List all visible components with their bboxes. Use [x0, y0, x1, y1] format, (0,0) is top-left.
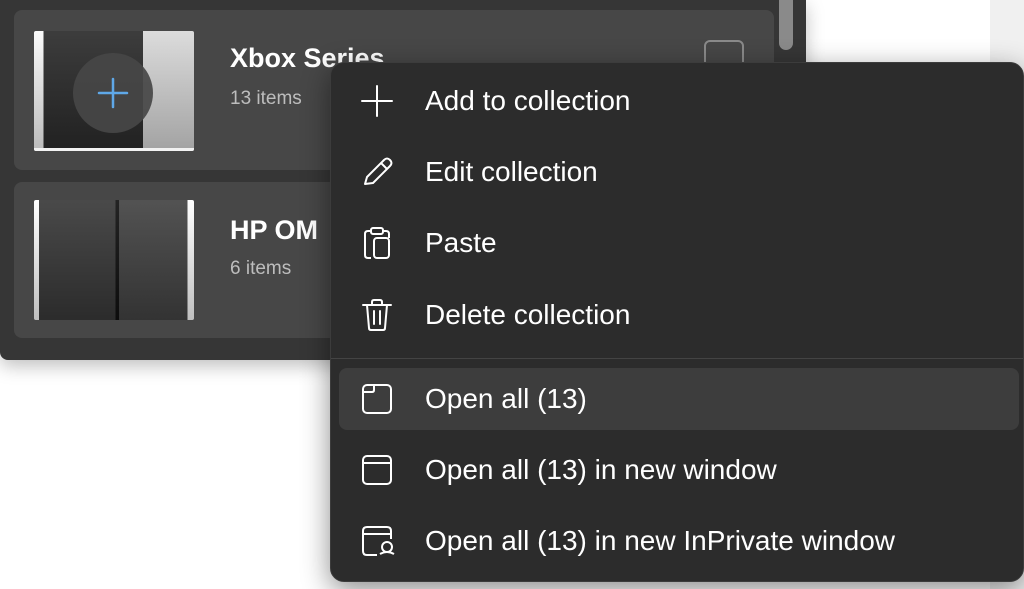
collection-item-count: 6 items — [230, 258, 292, 279]
inprivate-window-icon — [362, 526, 395, 556]
menu-item-open-all-new-window[interactable]: Open all (13) in new window — [339, 439, 1019, 501]
menu-item-open-all-inprivate[interactable]: Open all (13) in new InPrivate window — [339, 510, 1019, 572]
menu-item-label: Add to collection — [425, 85, 631, 116]
menu-item-label: Open all (13) in new window — [425, 454, 777, 485]
menu-item-label: Delete collection — [425, 299, 631, 330]
collection-item-count: 13 items — [230, 88, 302, 109]
menu-divider — [331, 358, 1023, 359]
plus-icon — [361, 85, 393, 117]
add-to-collection-button[interactable] — [73, 53, 153, 133]
collection-thumbnail — [34, 200, 194, 320]
menu-item-edit-collection[interactable]: Edit collection — [339, 141, 1019, 203]
plus-icon — [97, 77, 129, 109]
clipboard-icon — [364, 227, 390, 259]
panel-scrollbar[interactable] — [779, 0, 793, 50]
menu-item-label: Edit collection — [425, 156, 598, 187]
pencil-icon — [364, 157, 393, 185]
collection-thumbnail — [34, 31, 194, 151]
collection-title: HP OM — [230, 215, 319, 245]
menu-item-open-all[interactable]: Open all (13) — [339, 368, 1019, 430]
trash-icon — [362, 299, 392, 331]
menu-item-label: Paste — [425, 227, 497, 258]
menu-item-label: Open all (13) — [425, 383, 587, 414]
menu-item-paste[interactable]: Paste — [339, 212, 1019, 274]
window-icon — [362, 455, 392, 485]
tab-icon — [362, 384, 392, 414]
menu-item-add-to-collection[interactable]: Add to collection — [339, 70, 1019, 132]
collection-context-menu: Add to collection Edit collection Paste … — [330, 62, 1024, 582]
menu-item-delete-collection[interactable]: Delete collection — [339, 284, 1019, 346]
menu-item-label: Open all (13) in new InPrivate window — [425, 525, 896, 556]
